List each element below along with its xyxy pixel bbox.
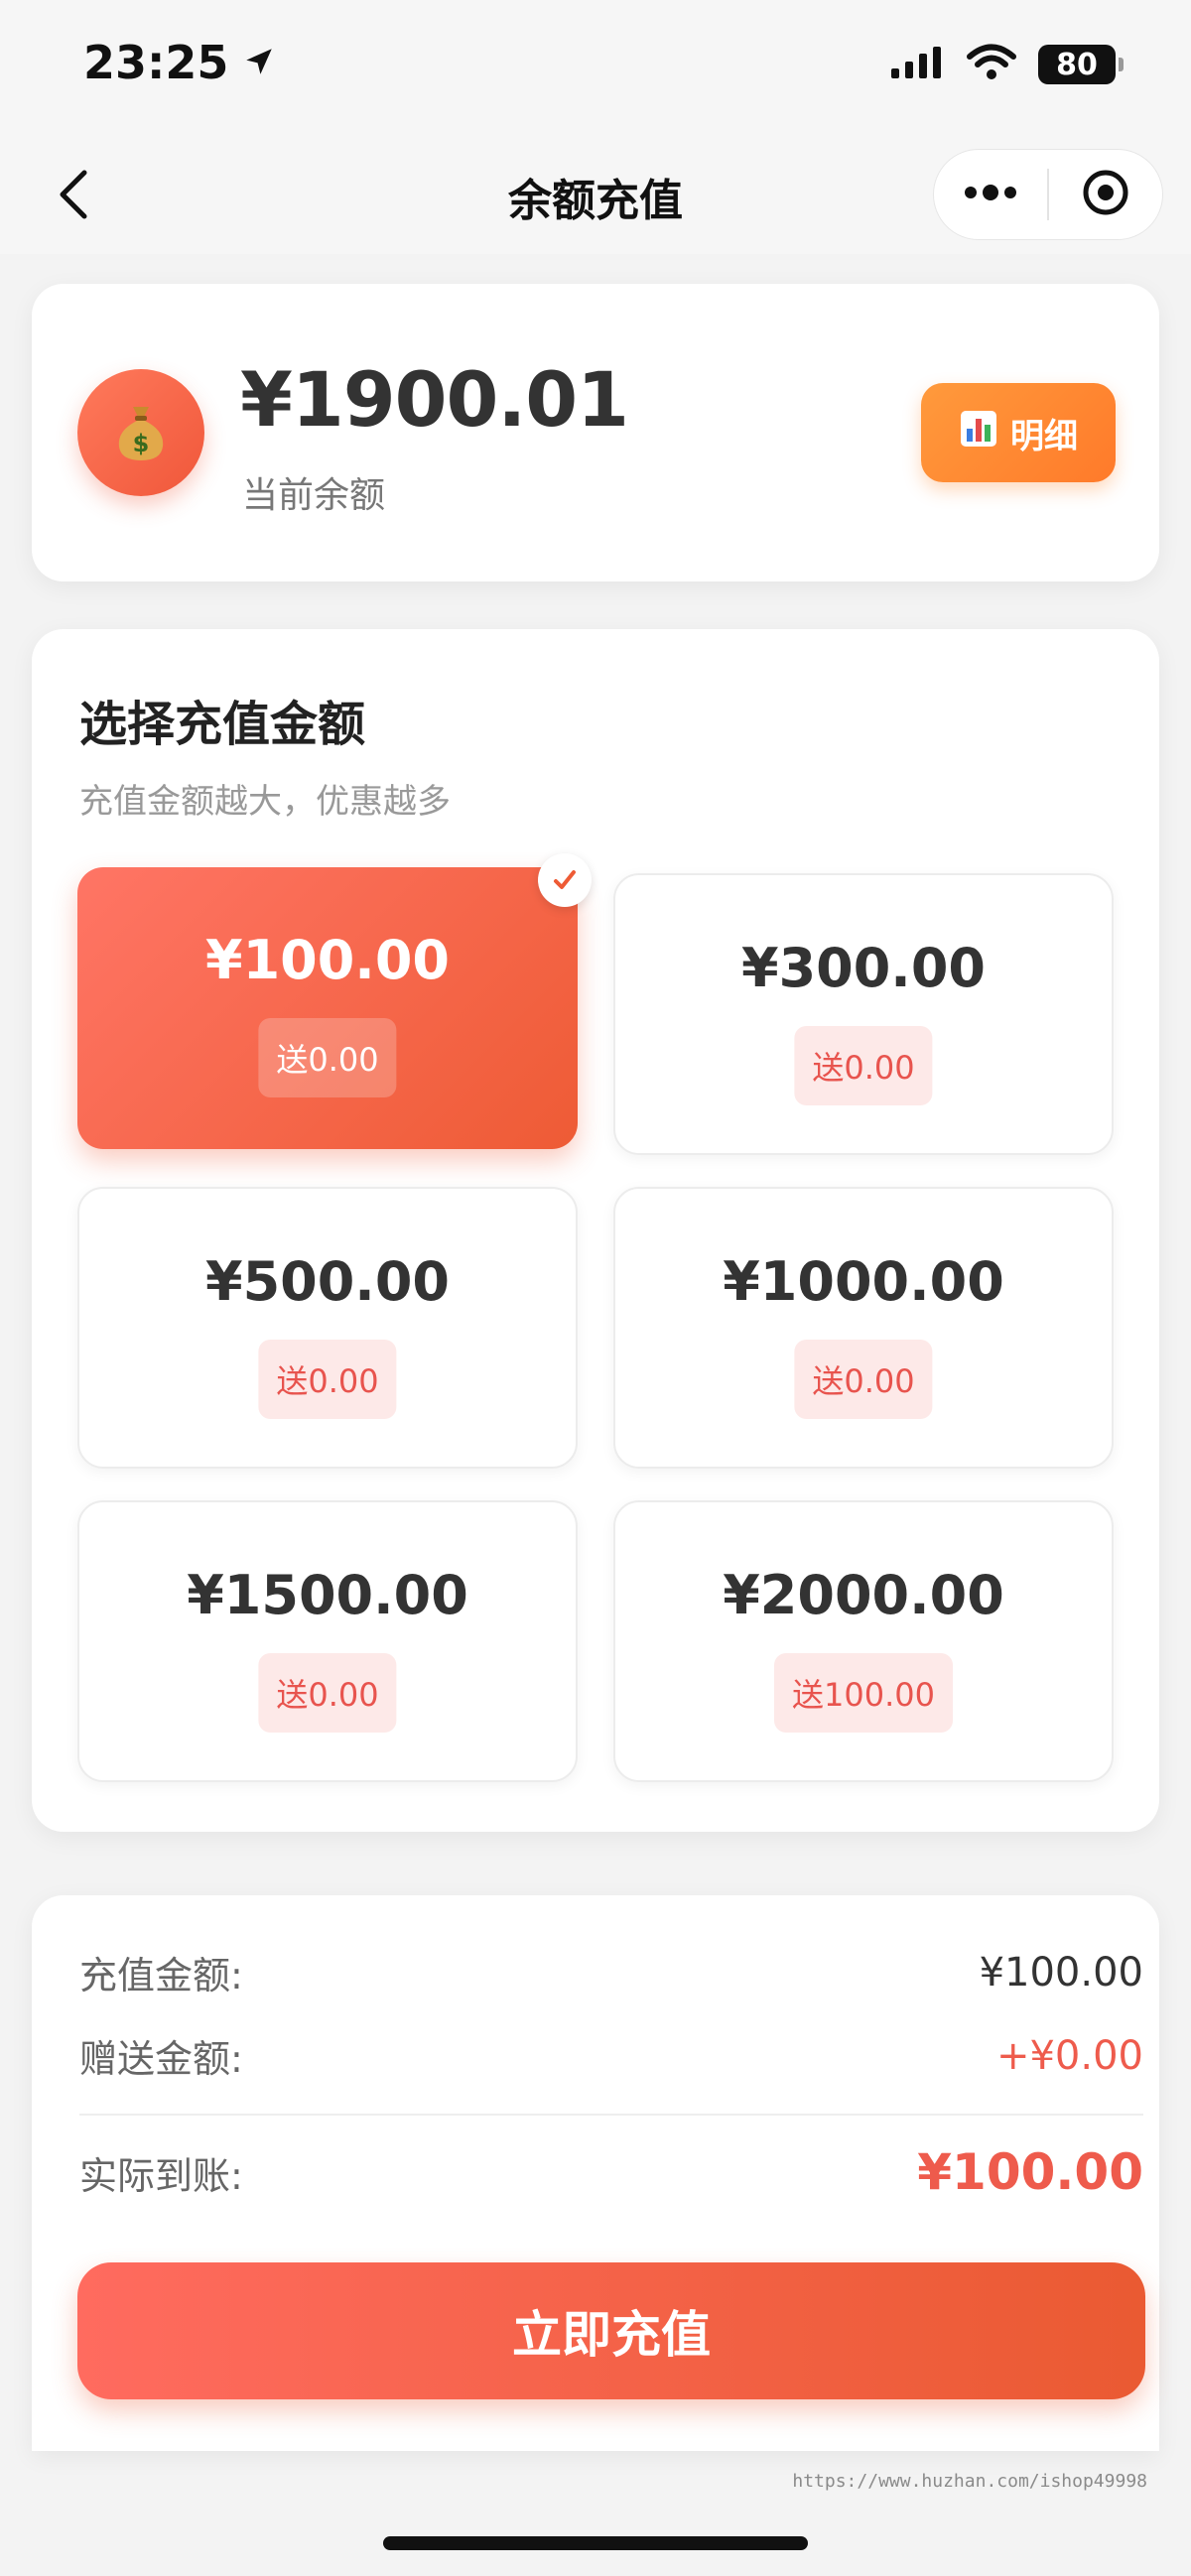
option-bonus: 送0.00 xyxy=(258,1018,397,1097)
status-indicators: 80 xyxy=(889,44,1124,85)
status-time-text: 23:25 xyxy=(83,36,229,89)
amount-option-500[interactable]: ¥500.00 送0.00 xyxy=(77,1187,578,1469)
bar-chart-icon xyxy=(959,409,998,457)
amount-option-1000[interactable]: ¥1000.00 送0.00 xyxy=(613,1187,1114,1469)
more-dots-icon xyxy=(963,183,1018,206)
recharge-amount-label: 充值金额: xyxy=(79,1954,243,1997)
balance-amount: ¥1900.01 xyxy=(240,355,629,444)
balance-label: 当前余额 xyxy=(242,475,386,516)
detail-button-label: 明细 xyxy=(1010,416,1078,456)
amount-option-100[interactable]: ¥100.00 送0.00 xyxy=(77,853,592,1149)
option-bonus: 送0.00 xyxy=(794,1340,933,1419)
option-price: ¥1500.00 xyxy=(187,1564,468,1626)
svg-text:$: $ xyxy=(133,430,150,457)
amount-option-1500[interactable]: ¥1500.00 送0.00 xyxy=(77,1500,578,1782)
amount-selection-card: 选择充值金额 充值金额越大，优惠越多 ¥100.00 送0.00 ¥300.00… xyxy=(32,629,1159,1832)
option-price: ¥500.00 xyxy=(205,1250,450,1313)
watermark: https://www.huzhan.com/ishop49998 xyxy=(792,2471,1147,2492)
battery-level: 80 xyxy=(1056,47,1098,82)
amount-option-300[interactable]: ¥300.00 送0.00 xyxy=(613,873,1114,1155)
option-price: ¥1000.00 xyxy=(723,1250,1004,1313)
option-price: ¥300.00 xyxy=(741,937,986,999)
recharge-amount-row: 充值金额: ¥100.00 xyxy=(79,1945,1143,1999)
amount-option-2000[interactable]: ¥2000.00 送100.00 xyxy=(613,1500,1114,1782)
option-bonus: 送0.00 xyxy=(258,1653,397,1733)
more-button[interactable] xyxy=(934,149,1047,240)
actual-amount-value: ¥100.00 xyxy=(917,2143,1143,2201)
summary-card: 充值金额: ¥100.00 赠送金额: +¥0.00 实际到账: ¥100.00… xyxy=(32,1895,1159,2451)
option-bonus: 送100.00 xyxy=(774,1653,953,1733)
actual-amount-label: 实际到账: xyxy=(79,2153,243,2198)
option-price: ¥2000.00 xyxy=(723,1564,1004,1626)
home-indicator xyxy=(383,2536,808,2550)
check-icon xyxy=(538,853,592,907)
option-price: ¥100.00 xyxy=(205,929,450,991)
status-time: 23:25 xyxy=(83,36,276,89)
actual-amount-row: 实际到账: ¥100.00 xyxy=(79,2143,1143,2201)
option-bonus: 送0.00 xyxy=(794,1026,933,1105)
money-bag-icon: $ xyxy=(77,369,204,496)
battery-icon: 80 xyxy=(1038,45,1124,84)
recharge-now-button[interactable]: 立即充值 xyxy=(77,2262,1145,2399)
gift-amount-value: +¥0.00 xyxy=(995,2032,1143,2079)
wifi-icon xyxy=(967,44,1016,85)
option-bonus: 送0.00 xyxy=(258,1340,397,1419)
section-subtitle: 充值金额越大，优惠越多 xyxy=(79,782,451,822)
detail-button[interactable]: 明细 xyxy=(921,383,1116,482)
gift-amount-row: 赠送金额: +¥0.00 xyxy=(79,2028,1143,2083)
close-mini-program-button[interactable] xyxy=(1049,149,1162,240)
balance-card: $ ¥1900.01 当前余额 明细 xyxy=(32,284,1159,581)
target-circle-icon xyxy=(1081,168,1130,221)
recharge-amount-value: ¥100.00 xyxy=(979,1949,1143,1996)
section-title: 选择充值金额 xyxy=(79,697,366,752)
nav-bar: 余额充值 xyxy=(0,139,1191,254)
signal-icon xyxy=(889,45,945,84)
location-arrow-icon xyxy=(242,36,276,89)
gift-amount-label: 赠送金额: xyxy=(79,2037,243,2081)
summary-divider xyxy=(79,2114,1143,2116)
status-bar: 23:25 80 xyxy=(0,0,1191,139)
mini-program-capsule xyxy=(933,149,1163,240)
